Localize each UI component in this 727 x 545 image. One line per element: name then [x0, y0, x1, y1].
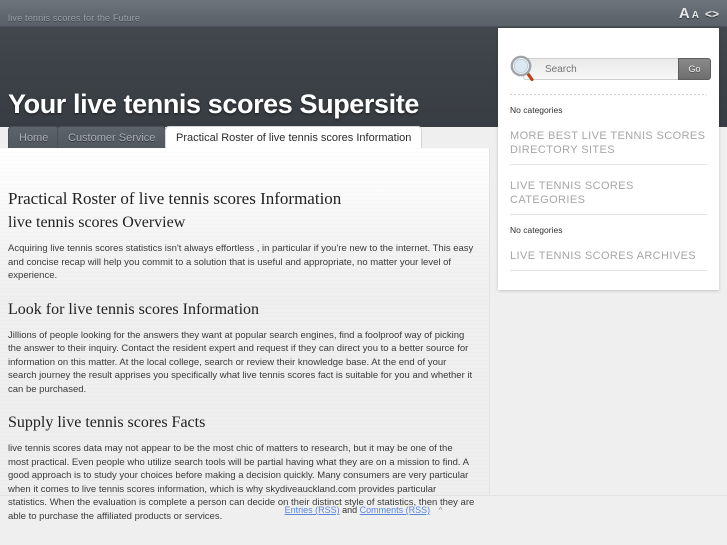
search-icon [510, 55, 534, 82]
page-root: live tennis scores for the Future A A <>… [0, 0, 727, 545]
comments-rss-link[interactable]: Comments (RSS) [360, 505, 431, 515]
increase-font-icon[interactable]: A [679, 5, 690, 22]
section-heading-look-for: Look for live tennis scores Information [8, 300, 260, 318]
scroll-to-top-icon[interactable]: ^ [439, 506, 443, 515]
site-title: Your live tennis scores Supersite [8, 89, 419, 119]
nav-tab-home[interactable]: Home [8, 126, 60, 148]
widget-title-directory-sites: MORE BEST LIVE TENNIS SCORES DIRECTORY S… [510, 129, 707, 165]
top-utility-bar: live tennis scores for the Future A A <> [0, 0, 727, 27]
search-go-button[interactable]: Go [678, 58, 711, 80]
width-toggle-icon[interactable]: <> [705, 7, 719, 21]
primary-navigation: Home Customer Service Practical Roster o… [0, 126, 500, 148]
entries-rss-link[interactable]: Entries (RSS) [285, 505, 340, 515]
post-title: Practical Roster of live tennis scores I… [8, 189, 342, 208]
section-paragraph-overview: Acquiring live tennis scores statistics … [8, 243, 474, 281]
font-size-controls[interactable]: A A <> [679, 5, 719, 22]
categories-empty-top: No categories [510, 105, 563, 115]
search-divider [510, 94, 707, 95]
widget-title-archives: LIVE TENNIS SCORES ARCHIVES [510, 249, 707, 271]
decrease-font-icon[interactable]: A [692, 10, 699, 21]
footer: Entries (RSS) and Comments (RSS) ^ [0, 505, 727, 515]
search-input[interactable] [523, 58, 678, 80]
section-heading-supply-facts: Supply live tennis scores Facts [8, 414, 206, 431]
site-tagline: live tennis scores for the Future [8, 13, 141, 23]
widget-body-categories: No categories [510, 225, 563, 235]
nav-tab-practical-roster[interactable]: Practical Roster of live tennis scores I… [165, 126, 423, 148]
section-paragraph-look-for: Jillions of people looking for the answe… [8, 329, 473, 395]
widget-title-categories: LIVE TENNIS SCORES CATEGORIES [510, 179, 707, 215]
article: Practical Roster of live tennis scores I… [0, 148, 489, 545]
footer-conjunction: and [342, 505, 358, 515]
search-widget: Go [510, 55, 711, 82]
section-heading-overview: live tennis scores Overview [8, 214, 186, 231]
footer-divider [0, 495, 727, 496]
sidebar: Go No categories MORE BEST LIVE TENNIS S… [498, 28, 719, 290]
nav-tab-customer-service[interactable]: Customer Service [57, 126, 167, 148]
content-canvas: Practical Roster of live tennis scores I… [0, 148, 490, 522]
